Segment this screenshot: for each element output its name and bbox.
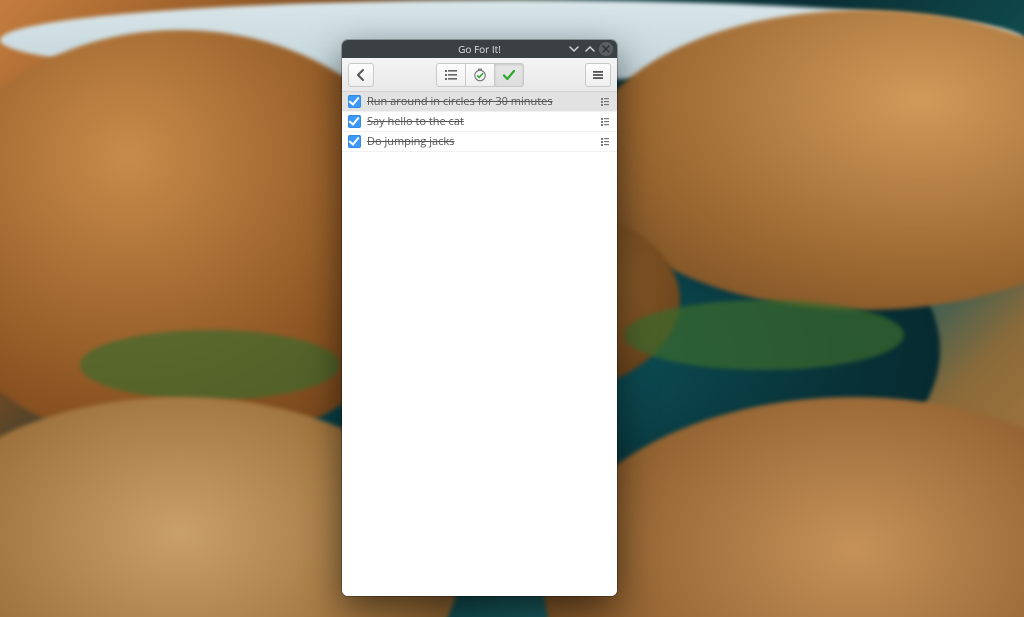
- drag-handle[interactable]: [599, 97, 611, 107]
- chevron-up-icon: [584, 43, 596, 55]
- tab-todo[interactable]: [436, 63, 466, 87]
- view-switcher: [436, 63, 524, 87]
- tab-done[interactable]: [494, 63, 524, 87]
- app-window: Go For It!: [342, 40, 617, 596]
- drag-handle[interactable]: [599, 117, 611, 127]
- window-title: Go For It!: [458, 42, 501, 56]
- task-text: Do jumping jacks: [367, 134, 593, 149]
- titlebar[interactable]: Go For It!: [342, 40, 617, 58]
- timer-check-icon: [473, 68, 487, 82]
- chevron-down-icon: [568, 43, 580, 55]
- task-list: Run around in circles for 30 minutes Say …: [342, 92, 617, 596]
- tab-timer[interactable]: [465, 63, 495, 87]
- minimize-button[interactable]: [567, 42, 581, 56]
- maximize-button[interactable]: [583, 42, 597, 56]
- menu-button[interactable]: [585, 63, 611, 87]
- task-checkbox[interactable]: [348, 135, 361, 148]
- grip-icon: [600, 97, 610, 107]
- task-checkbox[interactable]: [348, 115, 361, 128]
- close-icon: [602, 45, 610, 53]
- toolbar: [342, 58, 617, 92]
- back-button[interactable]: [348, 63, 374, 87]
- grip-icon: [600, 137, 610, 147]
- task-text: Run around in circles for 30 minutes: [367, 94, 593, 109]
- task-text: Say hello to the cat: [367, 114, 593, 129]
- hamburger-icon: [591, 68, 605, 82]
- task-checkbox[interactable]: [348, 95, 361, 108]
- check-icon: [502, 68, 516, 82]
- titlebar-controls: [567, 40, 613, 58]
- task-row[interactable]: Say hello to the cat: [342, 112, 617, 132]
- task-row[interactable]: Do jumping jacks: [342, 132, 617, 152]
- chevron-left-icon: [354, 68, 368, 82]
- grip-icon: [600, 117, 610, 127]
- close-button[interactable]: [599, 42, 613, 56]
- list-icon: [444, 68, 458, 82]
- drag-handle[interactable]: [599, 137, 611, 147]
- task-row[interactable]: Run around in circles for 30 minutes: [342, 92, 617, 112]
